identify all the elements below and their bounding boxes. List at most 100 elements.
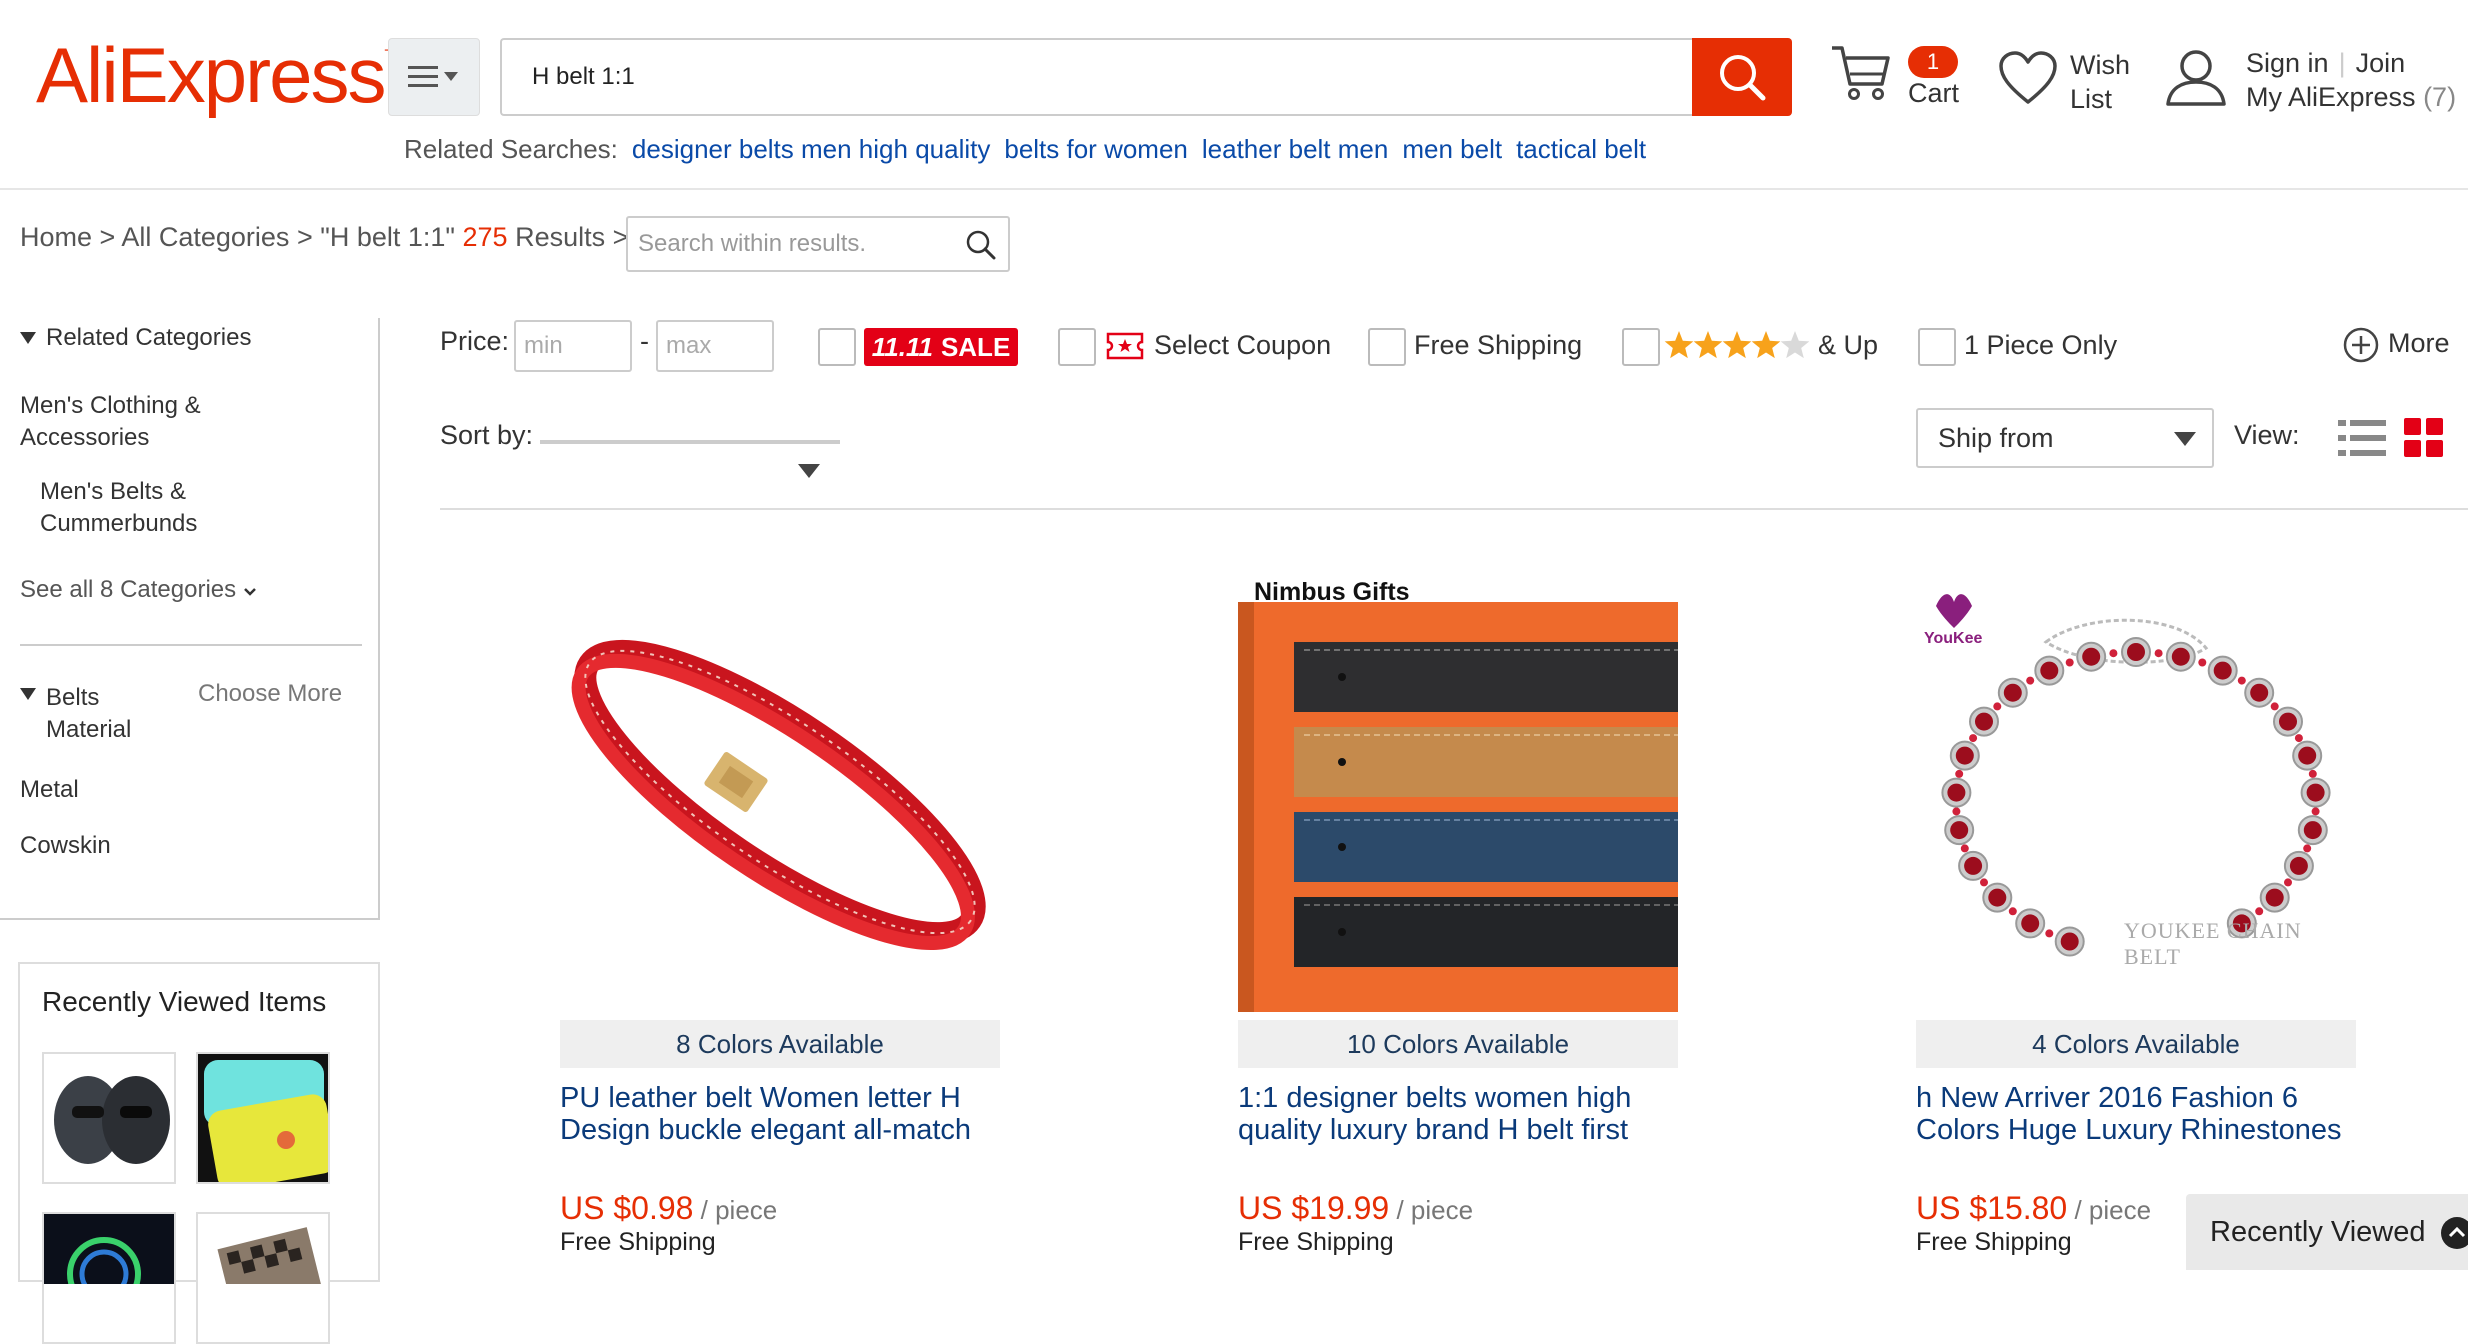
- triangle-down-icon[interactable]: [798, 464, 820, 478]
- category-link[interactable]: Men's Belts & Cummerbunds: [40, 476, 197, 540]
- join-link[interactable]: Join: [2356, 48, 2406, 78]
- colors-available: 8 Colors Available: [560, 1020, 1000, 1068]
- category-link[interactable]: Men's Clothing & Accessories: [20, 390, 201, 454]
- rating-checkbox[interactable]: [1622, 328, 1660, 366]
- price-label: Price:: [440, 326, 510, 356]
- search-input[interactable]: H belt 1:1: [500, 38, 1694, 116]
- menu-icon: [408, 66, 458, 87]
- cart-label[interactable]: Cart: [1908, 78, 1959, 109]
- recently-viewed-title: Recently Viewed Items: [42, 986, 327, 1017]
- related-search-link[interactable]: men belt: [1402, 134, 1502, 164]
- brand-logo: YouKee: [1924, 630, 1983, 647]
- price-max-input[interactable]: max: [656, 320, 774, 372]
- recent-item-thumbnail[interactable]: [196, 1212, 330, 1344]
- shipping-label: Free Shipping: [560, 1228, 716, 1256]
- user-icon[interactable]: [2164, 46, 2228, 110]
- one-piece-label[interactable]: 1 Piece Only: [1964, 330, 2117, 361]
- header: AliExpressTM H belt 1:1 Related Searches…: [0, 0, 2468, 190]
- belts-material-title: Belts Material: [46, 684, 132, 743]
- rating-stars-icon: [1664, 331, 1810, 359]
- list-view-icon[interactable]: [2338, 418, 2386, 458]
- star-filled-icon: [1722, 331, 1752, 359]
- triangle-down-icon[interactable]: [20, 688, 36, 702]
- cart-icon[interactable]: [1828, 40, 1892, 104]
- one-piece-checkbox[interactable]: [1918, 328, 1956, 366]
- colors-available: 10 Colors Available: [1238, 1020, 1678, 1068]
- sale-badge: 11.11 SALE: [864, 328, 1018, 366]
- search-button[interactable]: [1692, 38, 1792, 116]
- recently-viewed-panel: Recently Viewed Items: [18, 962, 380, 1344]
- product-title-link[interactable]: PU leather belt Women letter H Design bu…: [560, 1082, 1020, 1146]
- related-search-link[interactable]: belts for women: [1004, 134, 1188, 164]
- cart-count-badge: 1: [1908, 46, 1958, 78]
- product-image[interactable]: Nimbus Gifts: [1238, 572, 1678, 1012]
- sort-dropdown[interactable]: [540, 440, 840, 444]
- price-min-input[interactable]: min: [514, 320, 632, 372]
- breadcrumb-all-categories[interactable]: All Categories: [121, 222, 289, 252]
- star-filled-icon: [1693, 331, 1723, 359]
- search-icon[interactable]: [964, 228, 998, 262]
- product-price: US $0.98 / piece: [560, 1190, 778, 1226]
- recent-item-thumbnail[interactable]: [42, 1052, 176, 1184]
- my-aliexpress-link[interactable]: My AliExpress: [2246, 82, 2416, 112]
- product-title-link[interactable]: h New Arriver 2016 Fashion 6 Colors Huge…: [1916, 1082, 2376, 1146]
- free-shipping-checkbox[interactable]: [1368, 328, 1406, 366]
- choose-more-link[interactable]: Choose More: [198, 680, 342, 708]
- breadcrumb-home[interactable]: Home: [20, 222, 92, 252]
- product-price: US $15.80 / piece: [1916, 1190, 2152, 1226]
- ship-from-select[interactable]: Ship from: [1916, 408, 2214, 468]
- result-count: 275: [462, 222, 508, 252]
- aliexpress-logo[interactable]: AliExpressTM: [36, 30, 405, 121]
- grid-view-icon[interactable]: [2404, 418, 2444, 458]
- filter-bar: Price: min - max 11.11 SALE Select Coupon…: [440, 318, 2468, 510]
- heart-icon[interactable]: [1998, 50, 2058, 106]
- breadcrumb: Home > All Categories > "H belt 1:1" 275…: [20, 222, 629, 252]
- image-watermark: YOUKEE CHAIN BELT: [2124, 918, 2302, 969]
- search-icon: [1720, 55, 1766, 101]
- and-up-label[interactable]: & Up: [1818, 330, 1878, 361]
- free-shipping-label[interactable]: Free Shipping: [1414, 330, 1582, 361]
- triangle-down-icon[interactable]: [20, 332, 36, 346]
- material-cowskin[interactable]: Cowskin: [20, 832, 111, 860]
- sign-in-link[interactable]: Sign in: [2246, 48, 2329, 78]
- product-image[interactable]: [560, 572, 1000, 1012]
- coupon-icon: [1106, 332, 1144, 360]
- sidebar: Related Categories Men's Clothing & Acces…: [0, 318, 380, 920]
- related-search-link[interactable]: leather belt men: [1202, 134, 1388, 164]
- product-image[interactable]: YouKee YOUKEE CHAIN BELT: [1916, 572, 2356, 1012]
- sale-checkbox[interactable]: [818, 328, 856, 366]
- related-searches: Related Searches: designer belts men high…: [404, 134, 1647, 164]
- divider: [20, 644, 362, 646]
- select-coupon-label[interactable]: Select Coupon: [1154, 330, 1331, 361]
- star-empty-icon: [1780, 331, 1810, 359]
- related-search-link[interactable]: tactical belt: [1516, 134, 1646, 164]
- see-all-categories-link[interactable]: See all 8 Categories: [20, 576, 257, 604]
- view-label: View:: [2234, 420, 2300, 450]
- product-title-link[interactable]: 1:1 designer belts women high quality lu…: [1238, 1082, 1698, 1146]
- shipping-label: Free Shipping: [1916, 1228, 2072, 1256]
- recent-item-thumbnail[interactable]: [196, 1052, 330, 1184]
- shipping-label: Free Shipping: [1238, 1228, 1394, 1256]
- chevron-up-icon: [2441, 1217, 2468, 1249]
- related-search-link[interactable]: designer belts men high quality: [632, 134, 990, 164]
- triangle-down-icon: [2174, 432, 2196, 446]
- more-filters-link[interactable]: More: [2388, 328, 2450, 359]
- account-links: Sign in | Join My AliExpress (7): [2246, 48, 2457, 112]
- wish-list-link[interactable]: Wish List: [2070, 48, 2130, 116]
- recently-viewed-tab[interactable]: Recently Viewed: [2186, 1194, 2468, 1270]
- sort-by-label: Sort by:: [440, 420, 534, 450]
- breadcrumb-query: "H belt 1:1": [320, 222, 455, 252]
- star-filled-icon: [1751, 331, 1781, 359]
- recent-item-thumbnail[interactable]: [42, 1212, 176, 1344]
- coupon-checkbox[interactable]: [1058, 328, 1096, 366]
- material-metal[interactable]: Metal: [20, 776, 79, 804]
- plus-circle-icon[interactable]: [2342, 326, 2380, 364]
- star-filled-icon: [1664, 331, 1694, 359]
- brand-watermark: Nimbus Gifts: [1254, 578, 1410, 606]
- product-price: US $19.99 / piece: [1238, 1190, 1474, 1226]
- search-within-input[interactable]: Search within results.: [626, 216, 1010, 272]
- chevron-down-icon: [243, 588, 256, 596]
- related-categories-title[interactable]: Related Categories: [46, 324, 251, 352]
- category-menu-button[interactable]: [388, 38, 480, 116]
- colors-available: 4 Colors Available: [1916, 1020, 2356, 1068]
